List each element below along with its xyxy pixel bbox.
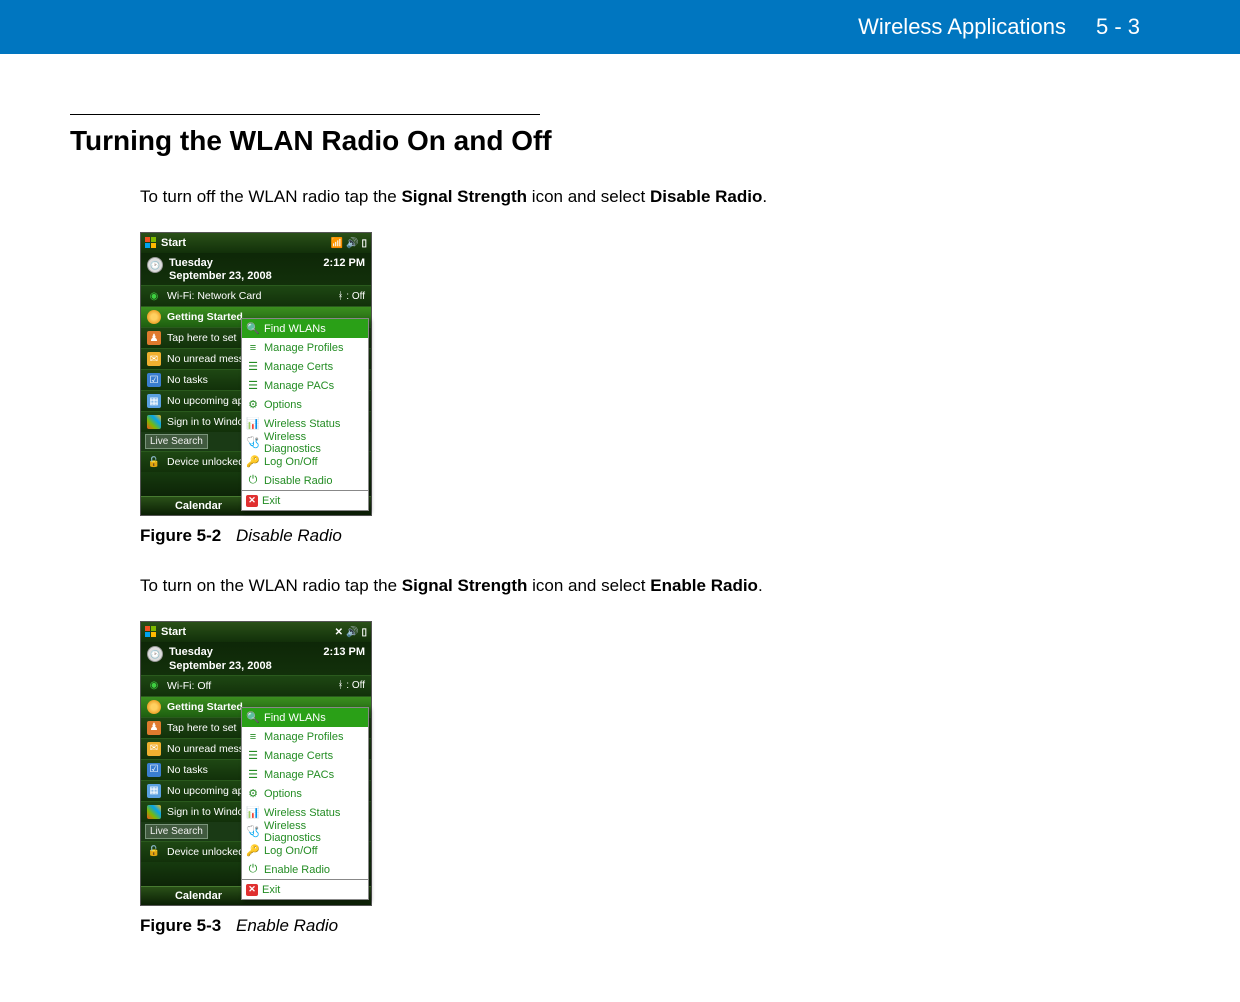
mail-icon: ✉ bbox=[147, 352, 161, 366]
getting-started-icon bbox=[147, 310, 161, 324]
menu-log-on-off[interactable]: 🔑Log On/Off bbox=[242, 841, 368, 860]
header-page-number: 5 - 3 bbox=[1096, 14, 1140, 40]
battery-icon[interactable]: ▯ bbox=[361, 627, 367, 638]
heading-rule bbox=[70, 114, 540, 115]
menu-manage-certs[interactable]: ☰Manage Certs bbox=[242, 746, 368, 765]
menu-exit[interactable]: ✕Exit bbox=[242, 879, 368, 899]
menu-exit[interactable]: ✕Exit bbox=[242, 490, 368, 510]
wireless-context-menu: 🔍Find WLANs ≡Manage Profiles ☰Manage Cer… bbox=[241, 318, 369, 511]
menu-find-wlans[interactable]: 🔍Find WLANs bbox=[242, 708, 368, 727]
owner-icon: ♟ bbox=[147, 721, 161, 735]
instruction-turn-off: To turn off the WLAN radio tap the Signa… bbox=[140, 187, 1170, 207]
owner-icon: ♟ bbox=[147, 331, 161, 345]
section-heading: Turning the WLAN Radio On and Off bbox=[70, 125, 1170, 157]
header-chapter-title: Wireless Applications bbox=[858, 14, 1066, 40]
menu-manage-pacs[interactable]: ☰Manage PACs bbox=[242, 376, 368, 395]
title-bar-tray: ✕ 🔊 ▯ bbox=[335, 627, 367, 638]
menu-log-on-off[interactable]: 🔑Log On/Off bbox=[242, 452, 368, 471]
caption-figure-5-3: Figure 5-3 Enable Radio bbox=[140, 916, 1170, 936]
softkey-calendar[interactable]: Calendar bbox=[175, 890, 222, 902]
menu-manage-pacs[interactable]: ☰Manage PACs bbox=[242, 765, 368, 784]
bluetooth-status: ᚼ : Off bbox=[338, 291, 366, 302]
wireless-context-menu: 🔍Find WLANs ≡Manage Profiles ☰Manage Cer… bbox=[241, 707, 369, 900]
ppc-title-bar[interactable]: Start 📶 🔊 ▯ bbox=[141, 233, 371, 253]
menu-wireless-diagnostics[interactable]: 🩺Wireless Diagnostics bbox=[242, 433, 368, 452]
instruction-turn-on: To turn on the WLAN radio tap the Signal… bbox=[140, 576, 1170, 596]
getting-started-icon bbox=[147, 700, 161, 714]
windows-live-icon bbox=[147, 415, 161, 429]
unlock-icon: 🔓 bbox=[147, 845, 161, 859]
start-label: Start bbox=[161, 626, 186, 638]
menu-manage-profiles[interactable]: ≡Manage Profiles bbox=[242, 338, 368, 357]
menu-enable-radio[interactable]: ⏻Enable Radio bbox=[242, 860, 368, 879]
calendar-icon: ▦ bbox=[147, 784, 161, 798]
mail-icon: ✉ bbox=[147, 742, 161, 756]
windows-flag-icon bbox=[145, 626, 157, 638]
menu-manage-profiles[interactable]: ≡Manage Profiles bbox=[242, 727, 368, 746]
battery-icon[interactable]: ▯ bbox=[361, 238, 367, 249]
signal-strength-icon[interactable]: 📶 bbox=[331, 238, 343, 249]
wifi-icon: ◉ bbox=[147, 679, 161, 693]
today-date: September 23, 2008 bbox=[169, 660, 323, 673]
title-bar-tray: 📶 🔊 ▯ bbox=[331, 238, 367, 249]
calendar-icon: ▦ bbox=[147, 394, 161, 408]
caption-figure-5-2: Figure 5-2 Disable Radio bbox=[140, 526, 1170, 546]
wifi-icon: ◉ bbox=[147, 289, 161, 303]
ppc-today-row[interactable]: 🕑 Tuesday September 23, 2008 2:12 PM bbox=[141, 253, 371, 285]
tasks-icon: ☑ bbox=[147, 763, 161, 777]
unlock-icon: 🔓 bbox=[147, 455, 161, 469]
clock-icon: 🕑 bbox=[147, 257, 163, 273]
menu-disable-radio[interactable]: ⏻Disable Radio bbox=[242, 471, 368, 490]
softkey-calendar[interactable]: Calendar bbox=[175, 500, 222, 512]
clock-icon: 🕑 bbox=[147, 646, 163, 662]
signal-strength-icon[interactable]: ✕ bbox=[335, 627, 343, 638]
volume-icon[interactable]: 🔊 bbox=[346, 627, 358, 638]
ppc-today-row[interactable]: 🕑 Tuesday September 23, 2008 2:13 PM bbox=[141, 642, 371, 674]
today-weekday: Tuesday bbox=[169, 646, 323, 659]
menu-options[interactable]: ⚙Options bbox=[242, 784, 368, 803]
start-label: Start bbox=[161, 237, 186, 249]
ppc-title-bar[interactable]: Start ✕ 🔊 ▯ bbox=[141, 622, 371, 642]
menu-wireless-diagnostics[interactable]: 🩺Wireless Diagnostics bbox=[242, 822, 368, 841]
volume-icon[interactable]: 🔊 bbox=[346, 238, 358, 249]
figure-disable-radio-screenshot: Start 📶 🔊 ▯ 🕑 Tuesday September 23, 2008… bbox=[140, 232, 372, 516]
bluetooth-status: ᚼ : Off bbox=[338, 680, 366, 691]
wifi-status-row[interactable]: ◉ Wi-Fi: Network Card ᚼ : Off bbox=[141, 285, 371, 306]
tasks-icon: ☑ bbox=[147, 373, 161, 387]
windows-live-icon bbox=[147, 805, 161, 819]
figure-enable-radio-screenshot: Start ✕ 🔊 ▯ 🕑 Tuesday September 23, 2008… bbox=[140, 621, 372, 905]
today-date: September 23, 2008 bbox=[169, 270, 323, 283]
menu-options[interactable]: ⚙Options bbox=[242, 395, 368, 414]
menu-find-wlans[interactable]: 🔍Find WLANs bbox=[242, 319, 368, 338]
menu-manage-certs[interactable]: ☰Manage Certs bbox=[242, 357, 368, 376]
wifi-status-row[interactable]: ◉ Wi-Fi: Off ᚼ : Off bbox=[141, 675, 371, 696]
page-header: Wireless Applications 5 - 3 bbox=[0, 0, 1240, 54]
today-time: 2:13 PM bbox=[323, 646, 365, 658]
today-weekday: Tuesday bbox=[169, 257, 323, 270]
today-time: 2:12 PM bbox=[323, 257, 365, 269]
windows-flag-icon bbox=[145, 237, 157, 249]
